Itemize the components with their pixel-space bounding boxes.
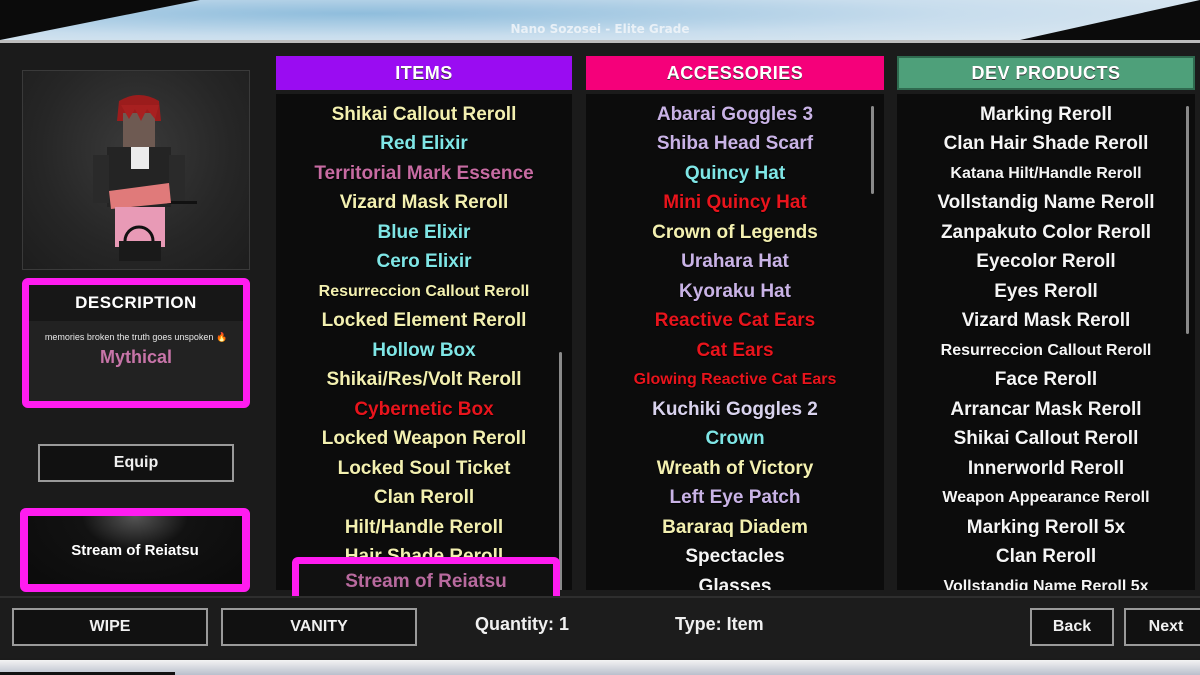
- list-item[interactable]: Shikai Callout Reroll: [897, 425, 1195, 455]
- list-item[interactable]: Mini Quincy Hat: [586, 189, 884, 219]
- items-scrollbar[interactable]: [559, 352, 562, 590]
- rarity-label: Mythical: [99, 347, 173, 367]
- list-item[interactable]: Arrancar Mask Reroll: [897, 395, 1195, 425]
- list-item[interactable]: Kyoraku Hat: [586, 277, 884, 307]
- list-item[interactable]: Kuchiki Goggles 2: [586, 395, 884, 425]
- list-item[interactable]: Marking Reroll 5x: [897, 513, 1195, 543]
- list-item[interactable]: Cybernetic Box: [276, 395, 572, 425]
- list-item[interactable]: Red Elixir: [276, 130, 572, 160]
- vanity-button[interactable]: VANITY: [221, 608, 417, 646]
- item-detail-panel: DESCRIPTION memories broken the truth go…: [18, 70, 252, 595]
- avatar-image: [93, 95, 197, 261]
- list-item[interactable]: Cat Ears: [586, 336, 884, 366]
- list-item[interactable]: Eyes Reroll: [897, 277, 1195, 307]
- list-item[interactable]: Locked Element Reroll: [276, 307, 572, 337]
- character-preview: [22, 70, 250, 270]
- background-floor: [0, 660, 1200, 675]
- bottom-divider: [0, 596, 1200, 598]
- list-item[interactable]: Vizard Mask Reroll: [276, 189, 572, 219]
- next-button[interactable]: Next: [1124, 608, 1200, 646]
- window-title: Nano Sozosei - Elite Grade: [510, 22, 690, 36]
- list-item[interactable]: Urahara Hat: [586, 248, 884, 278]
- list-item[interactable]: Face Reroll: [897, 366, 1195, 396]
- description-box: DESCRIPTION memories broken the truth go…: [22, 278, 250, 408]
- list-item[interactable]: Shikai/Res/Volt Reroll: [276, 366, 572, 396]
- list-item[interactable]: Clan Reroll: [276, 484, 572, 514]
- list-item[interactable]: Locked Soul Ticket: [276, 454, 572, 484]
- list-item[interactable]: Weapon Appearance Reroll: [897, 484, 1195, 514]
- list-item[interactable]: Quincy Hat: [586, 159, 884, 189]
- dev-products-list: Marking Reroll Clan Hair Shade Reroll Kata…: [897, 94, 1195, 590]
- list-item[interactable]: Bararaq Diadem: [586, 513, 884, 543]
- list-item[interactable]: Katana Hilt/Handle Reroll: [897, 159, 1195, 189]
- accessories-column: ACCESSORIES Abarai Goggles 3 Shiba Head S…: [586, 56, 884, 590]
- wipe-button[interactable]: WIPE: [12, 608, 208, 646]
- type-label: Type: Item: [675, 614, 764, 634]
- items-list: Shikai Callout Reroll Red Elixir Territori…: [276, 94, 572, 590]
- list-item[interactable]: Shikai Callout Reroll: [276, 100, 572, 130]
- description-text: memories broken the truth goes unspoken …: [44, 332, 228, 342]
- description-heading: DESCRIPTION: [29, 285, 243, 321]
- list-item[interactable]: Glowing Reactive Cat Ears: [586, 366, 884, 396]
- list-item[interactable]: Blue Elixir: [276, 218, 572, 248]
- items-column: ITEMS Shikai Callout Reroll Red Elixir Ter…: [276, 56, 572, 590]
- items-header[interactable]: ITEMS: [276, 56, 572, 90]
- list-item[interactable]: Vollstandig Name Reroll 5x: [897, 572, 1195, 590]
- list-item[interactable]: Shiba Head Scarf: [586, 130, 884, 160]
- list-item[interactable]: Crown of Legends: [586, 218, 884, 248]
- dev-products-scrollbar[interactable]: [1186, 106, 1189, 334]
- list-item[interactable]: Hilt/Handle Reroll: [276, 513, 572, 543]
- list-item[interactable]: Glasses: [586, 572, 884, 590]
- accessories-header[interactable]: ACCESSORIES: [586, 56, 884, 90]
- list-item[interactable]: Clan Reroll: [897, 543, 1195, 573]
- list-item[interactable]: Locked Weapon Reroll: [276, 425, 572, 455]
- list-item[interactable]: Innerworld Reroll: [897, 454, 1195, 484]
- list-item[interactable]: Abarai Goggles 3: [586, 100, 884, 130]
- list-item[interactable]: Zanpakuto Color Reroll: [897, 218, 1195, 248]
- list-item[interactable]: Crown: [586, 425, 884, 455]
- list-item[interactable]: Left Eye Patch: [586, 484, 884, 514]
- list-item[interactable]: Spectacles: [586, 543, 884, 573]
- dev-products-header[interactable]: DEV PRODUCTS: [897, 56, 1195, 90]
- equip-button[interactable]: Equip: [38, 444, 234, 482]
- dev-products-column: DEV PRODUCTS Marking Reroll Clan Hair Sha…: [897, 56, 1195, 590]
- list-item[interactable]: Marking Reroll: [897, 100, 1195, 130]
- list-item[interactable]: Eyecolor Reroll: [897, 248, 1195, 278]
- bottom-bar: WIPE VANITY Quantity: 1 Type: Item Back …: [0, 596, 1200, 658]
- list-item[interactable]: Reactive Cat Ears: [586, 307, 884, 337]
- list-item[interactable]: Vizard Mask Reroll: [897, 307, 1195, 337]
- accessories-list: Abarai Goggles 3 Shiba Head Scarf Quincy H…: [586, 94, 884, 590]
- accessories-scrollbar[interactable]: [871, 106, 874, 194]
- back-button[interactable]: Back: [1030, 608, 1114, 646]
- list-item[interactable]: Vollstandig Name Reroll: [897, 189, 1195, 219]
- list-item[interactable]: Hollow Box: [276, 336, 572, 366]
- list-item[interactable]: Wreath of Victory: [586, 454, 884, 484]
- list-item[interactable]: Resurreccion Callout Reroll: [276, 277, 572, 307]
- list-item[interactable]: Territorial Mark Essence: [276, 159, 572, 189]
- list-item[interactable]: Resurreccion Callout Reroll: [897, 336, 1195, 366]
- list-item[interactable]: Cero Elixir: [276, 248, 572, 278]
- list-item[interactable]: Clan Hair Shade Reroll: [897, 130, 1195, 160]
- selected-item-button[interactable]: Stream of Reiatsu: [20, 508, 250, 592]
- quantity-label: Quantity: 1: [475, 614, 570, 634]
